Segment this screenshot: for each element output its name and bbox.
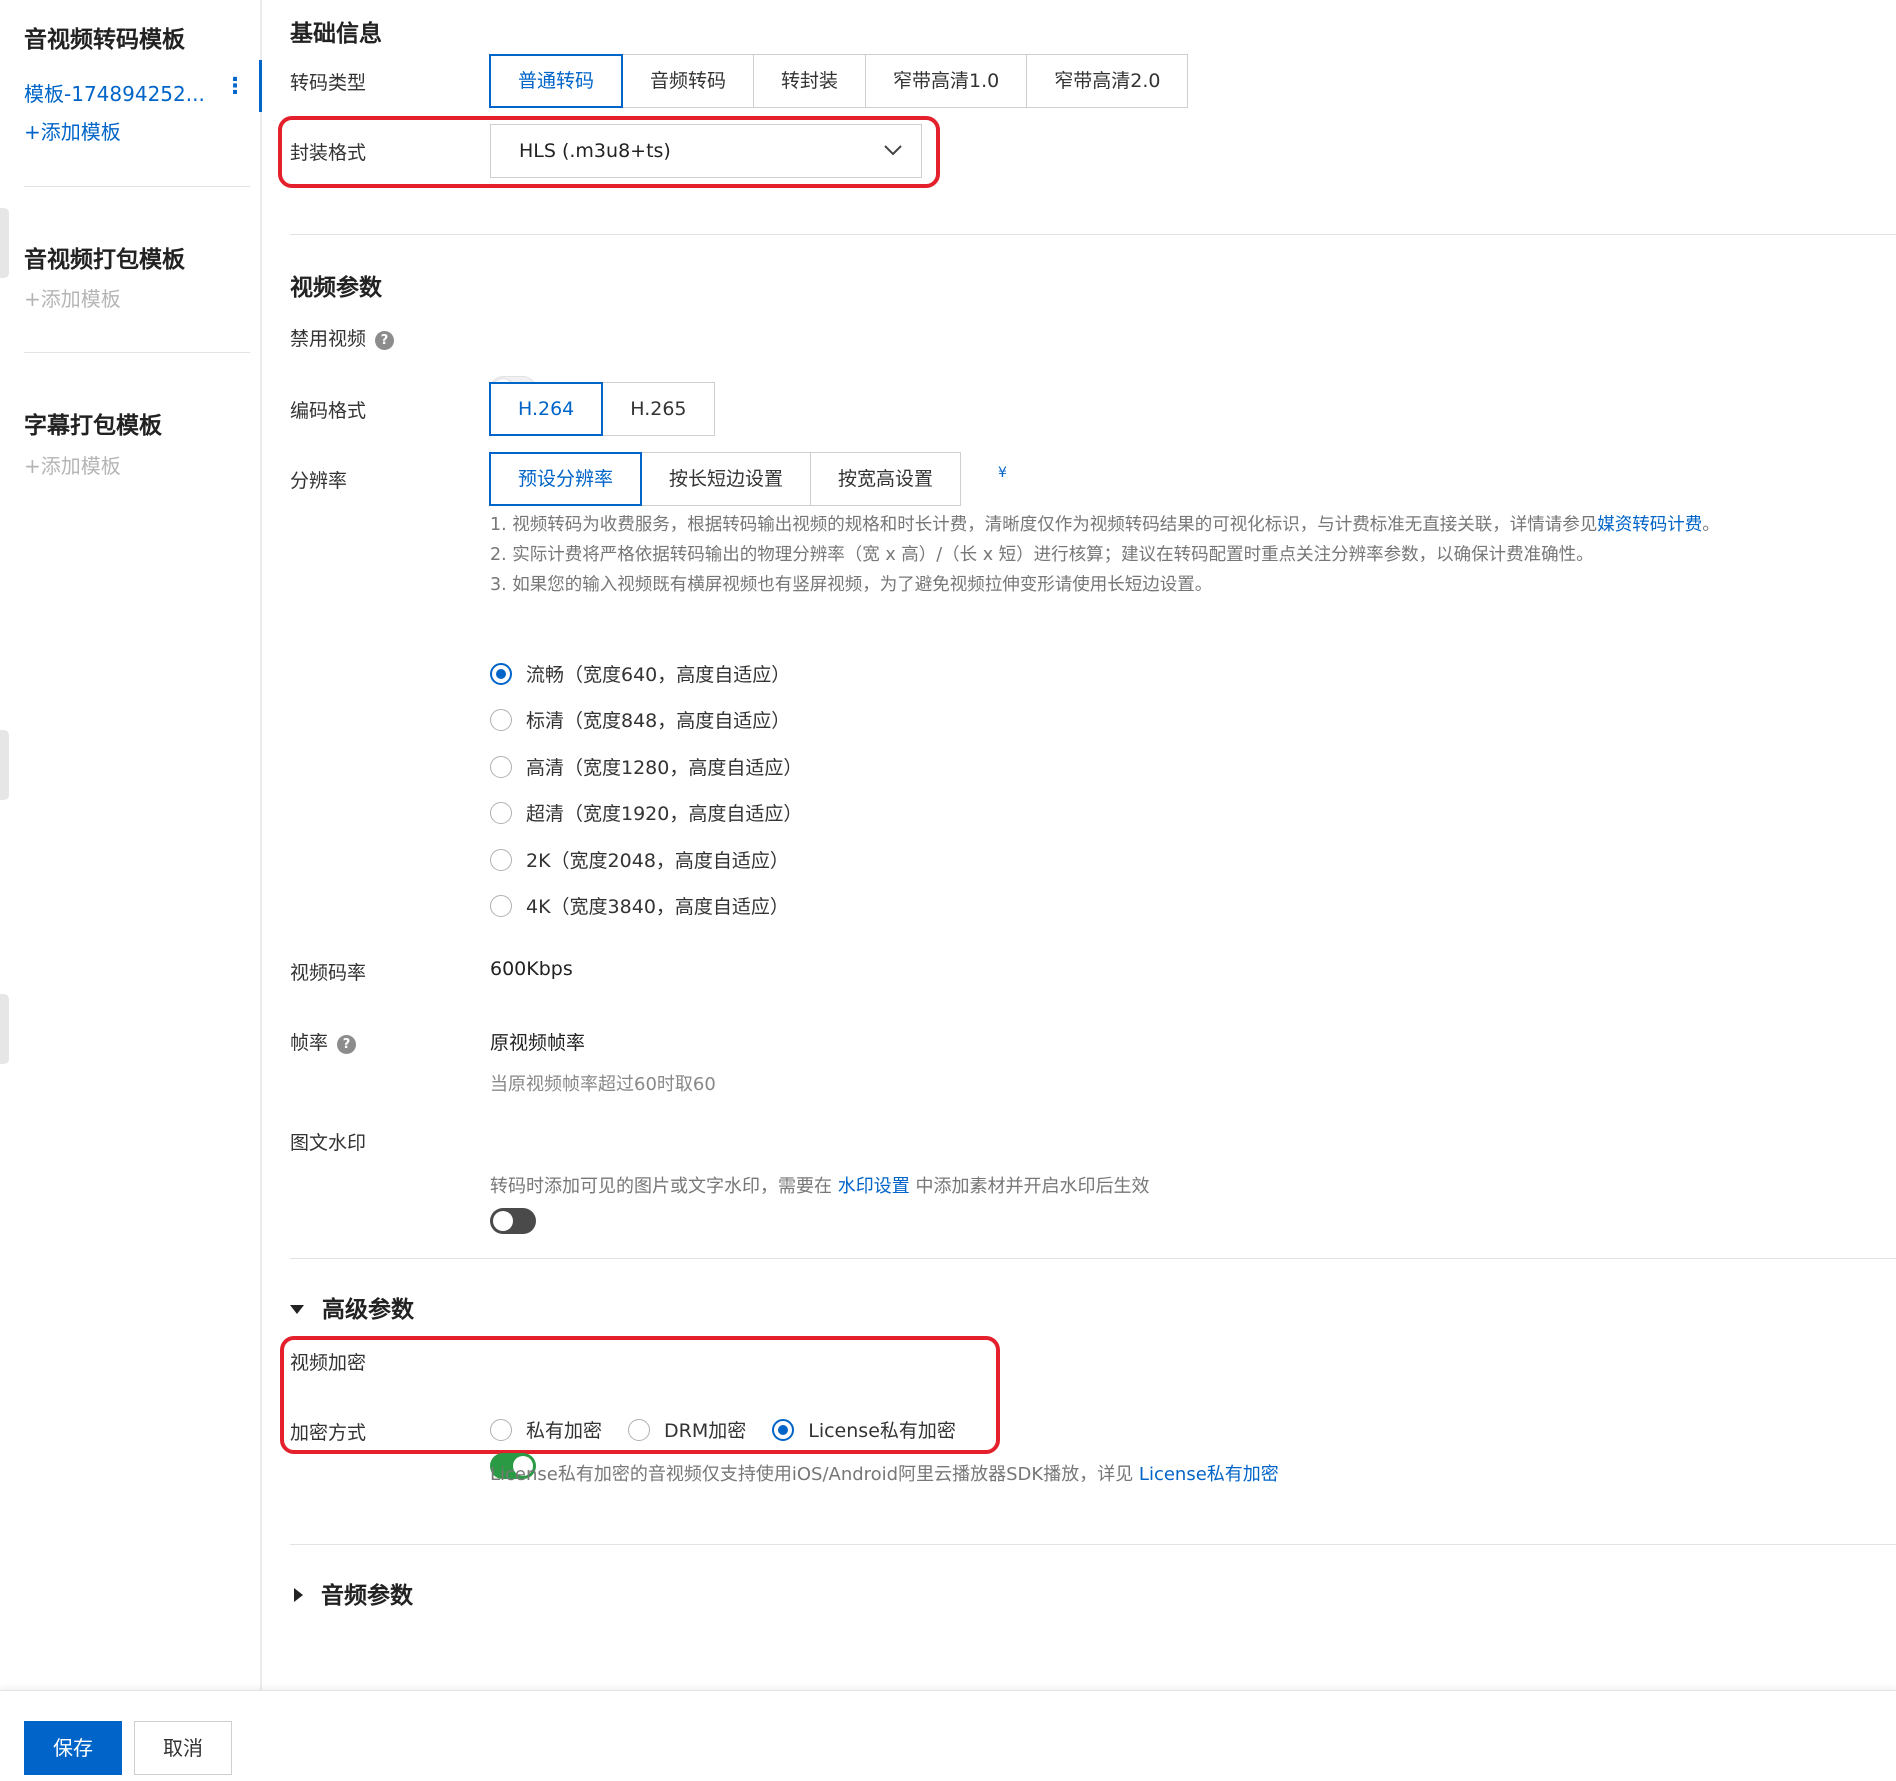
cancel-button[interactable]: 取消: [134, 1721, 232, 1775]
radio-button[interactable]: [490, 801, 512, 824]
radio-button[interactable]: [490, 662, 512, 685]
watermark-hint: 转码时添加可见的图片或文字水印，需要在 水印设置 中添加素材并开启水印后生效: [490, 1176, 1150, 1197]
section-divider: [290, 1544, 1896, 1545]
license-encryption-link[interactable]: License私有加密: [1139, 1464, 1279, 1485]
bitrate-label: 视频码率: [290, 962, 367, 984]
radio-button[interactable]: [490, 848, 512, 871]
radio-button[interactable]: [490, 755, 512, 778]
video-params-heading: 视频参数: [290, 275, 382, 301]
save-button[interactable]: 保存: [24, 1721, 122, 1775]
template-list-item[interactable]: 模板-174894252...: [24, 78, 205, 107]
note-2: 2. 实际计费将严格依据转码输出的物理分辨率（宽 x 高）/（长 x 短）进行核…: [490, 545, 1594, 565]
billing-link[interactable]: 媒资转码计费: [1597, 515, 1702, 535]
resolution-mode-width-height[interactable]: 按宽高设置: [810, 452, 962, 506]
caret-right-icon: [294, 1588, 303, 1602]
method-private[interactable]: 私有加密: [526, 1416, 602, 1443]
resolution-label: 分辨率: [290, 470, 348, 492]
type-option-normal[interactable]: 普通转码: [489, 54, 624, 108]
section-divider: [290, 234, 1896, 235]
codec-option-h264[interactable]: H.264: [489, 382, 604, 436]
active-indicator: [259, 60, 262, 112]
caret-down-icon: [290, 1305, 304, 1314]
codec-label: 编码格式: [290, 400, 367, 422]
codec-option-h265[interactable]: H.265: [602, 382, 715, 436]
divider: [24, 186, 250, 187]
radio-button[interactable]: [490, 894, 512, 917]
template-sidebar: 音视频转码模板 模板-174894252... ⋮ +添加模板 音视频打包模板 …: [0, 0, 262, 1690]
collapse-handle[interactable]: [0, 208, 9, 278]
help-icon[interactable]: ?: [375, 331, 395, 350]
transcode-template-heading: 音视频转码模板: [24, 27, 185, 53]
framerate-hint: 当原视频帧率超过60时取60: [490, 1074, 716, 1095]
disable-video-label: 禁用视频?: [290, 324, 395, 351]
chevron-down-icon: [884, 145, 902, 156]
codec-segmented: H.264 H.265: [489, 382, 715, 436]
container-format-label: 封装格式: [290, 142, 367, 164]
action-footer: 保存 取消: [0, 1690, 1896, 1781]
collapse-handle[interactable]: [0, 994, 9, 1064]
type-option-nhd1[interactable]: 窄带高清1.0: [865, 54, 1028, 108]
billing-yen-icon: ¥: [998, 465, 1007, 481]
advanced-params-toggle[interactable]: 高级参数: [290, 1290, 414, 1324]
framerate-label: 帧率?: [290, 1028, 357, 1055]
resolution-mode-long-short[interactable]: 按长短边设置: [641, 452, 812, 506]
add-transcode-template-link[interactable]: +添加模板: [24, 116, 121, 145]
preset-option[interactable]: 标清（宽度848，高度自适应）: [490, 706, 790, 733]
radio-button[interactable]: [772, 1418, 795, 1441]
note-3: 3. 如果您的输入视频既有横屏视频也有竖屏视频，为了避免视频拉伸变形请使用长短边…: [490, 575, 1213, 595]
preset-option[interactable]: 超清（宽度1920，高度自适应）: [490, 799, 802, 826]
preset-option[interactable]: 高清（宽度1280，高度自适应）: [490, 753, 802, 780]
type-option-audio[interactable]: 音频转码: [622, 54, 755, 108]
bitrate-value: 600Kbps: [490, 958, 573, 980]
method-license-private[interactable]: License私有加密: [808, 1416, 956, 1443]
container-format-select[interactable]: HLS (.m3u8+ts): [490, 124, 922, 178]
transcode-type-segmented: 普通转码 音频转码 转封装 窄带高清1.0 窄带高清2.0: [489, 54, 1189, 108]
transcode-type-label: 转码类型: [290, 72, 367, 94]
watermark-toggle[interactable]: [490, 1208, 536, 1234]
encryption-hint: License私有加密的音视频仅支持使用iOS/Android阿里云播放器SDK…: [490, 1464, 1279, 1485]
audio-params-toggle[interactable]: 音频参数: [290, 1576, 413, 1610]
template-form: 基础信息 转码类型 普通转码 音频转码 转封装 窄带高清1.0 窄带高清2.0 …: [278, 0, 1896, 1609]
resolution-notes: 1. 视频转码为收费服务，根据转码输出视频的规格和时长计费，清晰度仅作为视频转码…: [490, 510, 1886, 600]
more-options-icon[interactable]: ⋮: [224, 74, 246, 99]
add-package-template-link[interactable]: +添加模板: [24, 283, 121, 312]
help-icon[interactable]: ?: [337, 1035, 357, 1054]
container-format-value: HLS (.m3u8+ts): [519, 140, 671, 162]
resolution-mode-preset[interactable]: 预设分辨率: [489, 452, 643, 506]
package-template-heading: 音视频打包模板: [24, 247, 185, 273]
preset-option[interactable]: 流畅（宽度640，高度自适应）: [490, 660, 790, 687]
watermark-label: 图文水印: [290, 1132, 367, 1154]
watermark-settings-link[interactable]: 水印设置: [838, 1176, 910, 1197]
type-option-remux[interactable]: 转封装: [753, 54, 867, 108]
video-encryption-label: 视频加密: [290, 1352, 367, 1374]
subtitle-template-heading: 字幕打包模板: [24, 413, 162, 439]
radio-button[interactable]: [628, 1418, 651, 1441]
preset-option[interactable]: 4K（宽度3840，高度自适应）: [490, 892, 789, 919]
collapse-handle[interactable]: [0, 730, 9, 800]
basic-info-heading: 基础信息: [290, 21, 382, 47]
encryption-method-options: 私有加密 DRM加密 License私有加密: [490, 1416, 956, 1443]
section-divider: [290, 1258, 1896, 1259]
preset-option[interactable]: 2K（宽度2048，高度自适应）: [490, 846, 789, 873]
note-1: 1. 视频转码为收费服务，根据转码输出视频的规格和时长计费，清晰度仅作为视频转码…: [490, 515, 1720, 535]
divider: [24, 352, 250, 353]
radio-button[interactable]: [490, 708, 512, 731]
method-drm[interactable]: DRM加密: [664, 1416, 746, 1443]
radio-button[interactable]: [490, 1418, 512, 1441]
encryption-method-label: 加密方式: [290, 1422, 367, 1444]
framerate-value: 原视频帧率: [490, 1032, 586, 1054]
resolution-mode-segmented: 预设分辨率 按长短边设置 按宽高设置: [489, 452, 962, 506]
type-option-nhd2[interactable]: 窄带高清2.0: [1026, 54, 1189, 108]
add-subtitle-template-link[interactable]: +添加模板: [24, 450, 121, 479]
